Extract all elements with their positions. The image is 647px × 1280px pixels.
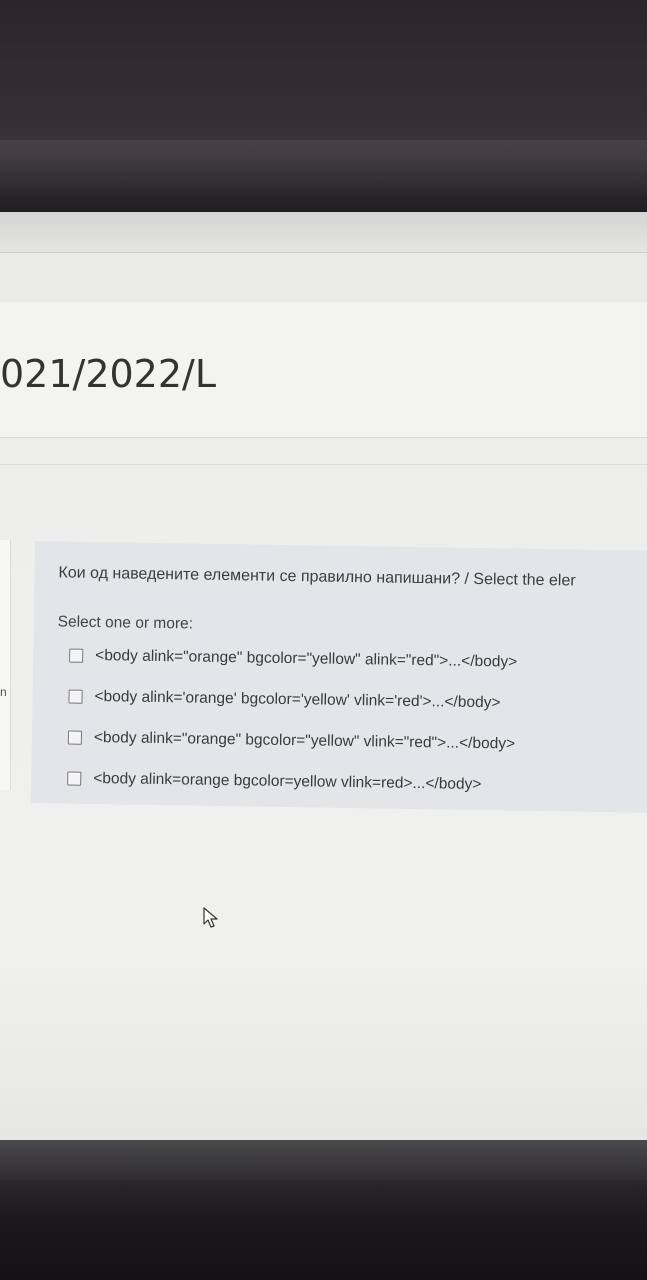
answer-checkbox[interactable] [68, 689, 83, 704]
question-info-panel [0, 540, 11, 790]
answer-option-label: <body alink='orange' bgcolor='yellow' vl… [94, 687, 501, 712]
divider [0, 464, 647, 465]
answer-checkbox[interactable] [69, 648, 84, 663]
answer-checkbox[interactable] [67, 730, 83, 745]
monitor-bezel-bottom [0, 1140, 647, 1280]
answer-option-4[interactable]: <body alink=orange bgcolor=yellow vlink=… [67, 768, 482, 797]
answer-option-label: <body alink="orange" bgcolor="yellow" vl… [93, 728, 516, 753]
answer-option-2[interactable]: <body alink='orange' bgcolor='yellow' vl… [68, 686, 501, 715]
answer-option-3[interactable]: <body alink="orange" bgcolor="yellow" vl… [67, 727, 516, 756]
taskbar-strip [0, 1140, 647, 1180]
answer-checkbox[interactable] [67, 771, 82, 786]
answer-prompt: Select one or more: [57, 613, 194, 633]
bezel-glare [0, 140, 647, 195]
mouse-pointer-icon [203, 907, 219, 934]
question-text: Кои од наведените елементи се правилно н… [58, 564, 576, 590]
question-panel: Кои од наведените елементи се правилно н… [30, 541, 647, 814]
browser-screen: 021/2022/L n Кои од наведените елементи … [0, 212, 647, 1147]
answer-option-label: <body alink=orange bgcolor=yellow vlink=… [93, 769, 482, 794]
course-title: 021/2022/L [0, 352, 217, 396]
answer-option-1[interactable]: <body alink="orange" bgcolor="yellow" al… [69, 645, 517, 674]
divider [0, 252, 647, 253]
answer-option-label: <body alink="orange" bgcolor="yellow" al… [95, 646, 518, 671]
divider [0, 437, 647, 438]
monitor-bezel-top [0, 0, 647, 215]
question-info-text: n [0, 685, 7, 699]
site-header-bar [0, 212, 647, 252]
